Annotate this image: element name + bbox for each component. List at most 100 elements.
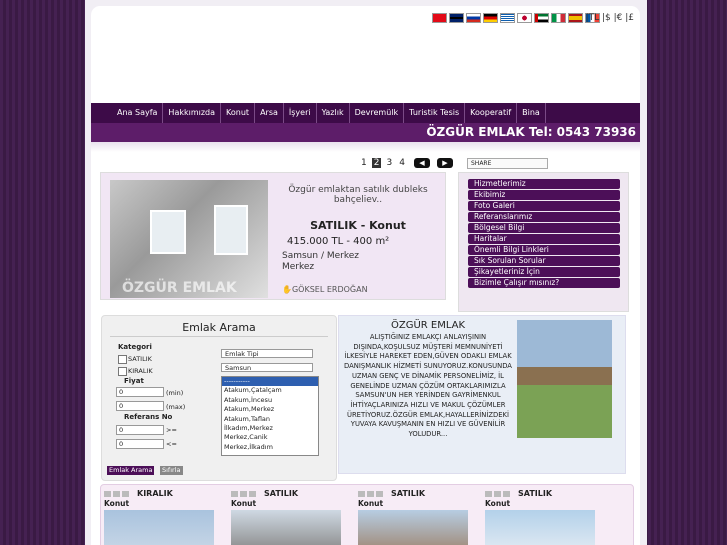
district-option[interactable]: Atakum,Merkez bbox=[222, 405, 318, 414]
card-photo[interactable] bbox=[104, 510, 214, 545]
flag-gr-icon[interactable] bbox=[500, 13, 515, 23]
menu-item-ekibimiz[interactable]: Ekibimiz bbox=[468, 190, 620, 200]
flag-ru-icon[interactable] bbox=[466, 13, 481, 23]
share-button[interactable]: SHARE bbox=[467, 158, 548, 169]
card-header: SATILIK bbox=[358, 489, 478, 498]
listing-card[interactable]: SATILIK Konut bbox=[485, 489, 605, 545]
district-option[interactable]: Atakum,İncesu bbox=[222, 396, 318, 405]
menu-item-hizmetlerimiz[interactable]: Hizmetlerimiz bbox=[468, 179, 620, 189]
listing-city: Samsun / Merkez bbox=[282, 251, 360, 261]
about-section: ÖZGÜR EMLAK ALIŞTIĞINIZ EMLAKÇI ANLAYIŞI… bbox=[338, 315, 626, 474]
about-title: ÖZGÜR EMLAK bbox=[390, 320, 466, 331]
nav-item-hakkimizda[interactable]: Hakkımızda bbox=[163, 103, 222, 123]
flag-it-icon[interactable] bbox=[551, 13, 566, 23]
search-title: Emlak Arama bbox=[182, 321, 256, 334]
flag-ae-icon[interactable] bbox=[534, 13, 549, 23]
price-max-input[interactable]: 0 bbox=[116, 401, 164, 411]
reset-button[interactable]: Sıfırla bbox=[160, 466, 183, 475]
brand-phone: Tel: 0543 73936 bbox=[528, 125, 636, 139]
card-status: SATILIK bbox=[518, 489, 553, 498]
kiralik-label: KIRALIK bbox=[128, 367, 153, 375]
nav-item-isyeri[interactable]: İşyeri bbox=[284, 103, 317, 123]
flag-es-icon[interactable] bbox=[568, 13, 583, 23]
page-2-link[interactable]: 2 bbox=[371, 158, 382, 168]
district-option[interactable]: İlkadım,Merkez bbox=[222, 424, 318, 433]
district-option[interactable]: Atakum,Taflan bbox=[222, 415, 318, 424]
kategori-label: Kategori bbox=[118, 343, 152, 351]
flag-tr-icon[interactable] bbox=[432, 13, 447, 23]
brand-name: ÖZGÜR EMLAK bbox=[426, 125, 525, 139]
listing-type: SATILIK - Konut bbox=[310, 219, 406, 232]
ref-to-input[interactable]: 0 bbox=[116, 439, 164, 449]
district-listbox[interactable]: ----------- Atakum,Çatalçam Atakum,İnces… bbox=[221, 376, 319, 456]
window-shape bbox=[214, 205, 248, 255]
property-type-value: Emlak Tipi bbox=[225, 350, 259, 358]
map-icon bbox=[494, 490, 501, 497]
listing-card[interactable]: SATILIK Konut bbox=[231, 489, 351, 545]
card-photo[interactable] bbox=[358, 510, 468, 545]
listing-card[interactable]: SATILIK Konut bbox=[358, 489, 478, 545]
nav-item-turistik-tesis[interactable]: Turistik Tesis bbox=[404, 103, 466, 123]
share-label: SHARE bbox=[471, 160, 492, 167]
search-button[interactable]: Emlak Arama bbox=[107, 466, 155, 475]
card-status: SATILIK bbox=[264, 489, 299, 498]
card-photo[interactable] bbox=[485, 510, 595, 545]
nav-item-konut[interactable]: Konut bbox=[221, 103, 256, 123]
page-3-link[interactable]: 3 bbox=[384, 158, 394, 168]
card-header: SATILIK bbox=[485, 489, 605, 498]
nav-item-ana-sayfa[interactable]: Ana Sayfa bbox=[91, 103, 164, 123]
prev-arrow-icon[interactable]: ◀ bbox=[413, 158, 430, 168]
map-icon bbox=[240, 490, 247, 497]
next-arrow-icon[interactable]: ▶ bbox=[436, 158, 453, 168]
flag-de-icon[interactable] bbox=[483, 13, 498, 23]
photo-watermark: ÖZGÜR EMLAK bbox=[122, 280, 237, 296]
search-title-rule bbox=[110, 336, 328, 337]
city-select[interactable]: Samsun bbox=[221, 363, 313, 372]
agent-icon: ✋ bbox=[282, 285, 292, 294]
map-icon bbox=[113, 490, 120, 497]
district-option[interactable]: Atakum,Çatalçam bbox=[222, 386, 318, 395]
card-photo[interactable] bbox=[231, 510, 341, 545]
menu-item-referanslarimiz[interactable]: Referanslarımız bbox=[468, 212, 620, 222]
kiralik-checkbox[interactable] bbox=[118, 367, 127, 376]
ref-gte-label: >= bbox=[166, 426, 177, 434]
listing-card[interactable]: KIRALIK Konut bbox=[104, 489, 224, 545]
video-icon bbox=[122, 490, 129, 497]
nav-filler bbox=[546, 103, 640, 123]
flag-uk-icon[interactable] bbox=[449, 13, 464, 23]
listing-photo[interactable]: ÖZGÜR EMLAK bbox=[110, 180, 268, 298]
district-option[interactable]: Merkez,Canik bbox=[222, 433, 318, 442]
listing-agent: ✋GÖKSEL ERDOĞAN bbox=[282, 285, 368, 294]
featured-listing: ÖZGÜR EMLAK Özgür emlaktan satılık duble… bbox=[100, 172, 446, 300]
price-min-input[interactable]: 0 bbox=[116, 387, 164, 397]
pager: 1 2 3 4 ◀ ▶ bbox=[359, 158, 453, 168]
flag-jp-icon[interactable] bbox=[517, 13, 532, 23]
menu-item-bolgesel-bilgi[interactable]: Bölgesel Bilgi bbox=[468, 223, 620, 233]
nav-item-yazlik[interactable]: Yazlık bbox=[317, 103, 350, 123]
video-icon bbox=[376, 490, 383, 497]
listing-district: Merkez bbox=[282, 262, 315, 272]
page-4-link[interactable]: 4 bbox=[397, 158, 407, 168]
menu-item-foto-galeri[interactable]: Foto Galeri bbox=[468, 201, 620, 211]
menu-item-haritalar[interactable]: Haritalar bbox=[468, 234, 620, 244]
nav-item-arsa[interactable]: Arsa bbox=[255, 103, 284, 123]
menu-item-kariyer[interactable]: Bizimle Çalışır mısınız? bbox=[468, 278, 620, 288]
ref-from-input[interactable]: 0 bbox=[116, 425, 164, 435]
nav-item-kooperatif[interactable]: Kooperatif bbox=[465, 103, 518, 123]
video-icon bbox=[249, 490, 256, 497]
ref-lte-label: <= bbox=[166, 440, 177, 448]
district-option[interactable]: Merkez,İlkadım bbox=[222, 443, 318, 452]
menu-item-sikayetler[interactable]: Şikayetleriniz İçin bbox=[468, 267, 620, 277]
menu-item-onemli-linkler[interactable]: Önemli Bilgi Linkleri bbox=[468, 245, 620, 255]
district-option[interactable]: ----------- bbox=[222, 377, 318, 387]
currency-switcher[interactable]: |TL |$ |€ |£ bbox=[586, 13, 634, 23]
property-type-select[interactable]: Emlak Tipi bbox=[221, 349, 313, 358]
menu-item-sss[interactable]: Sık Sorulan Sorular bbox=[468, 256, 620, 266]
listing-location: Samsun / Merkez Merkez bbox=[282, 251, 359, 273]
satilik-checkbox[interactable] bbox=[118, 355, 127, 364]
listing-description[interactable]: Özgür emlaktan satılık dubleks bahçeliev… bbox=[283, 185, 433, 205]
page-1-link[interactable]: 1 bbox=[359, 158, 369, 168]
nav-item-devremulk[interactable]: Devremülk bbox=[350, 103, 405, 123]
camera-icon bbox=[485, 490, 492, 497]
nav-item-bina[interactable]: Bina bbox=[517, 103, 546, 123]
